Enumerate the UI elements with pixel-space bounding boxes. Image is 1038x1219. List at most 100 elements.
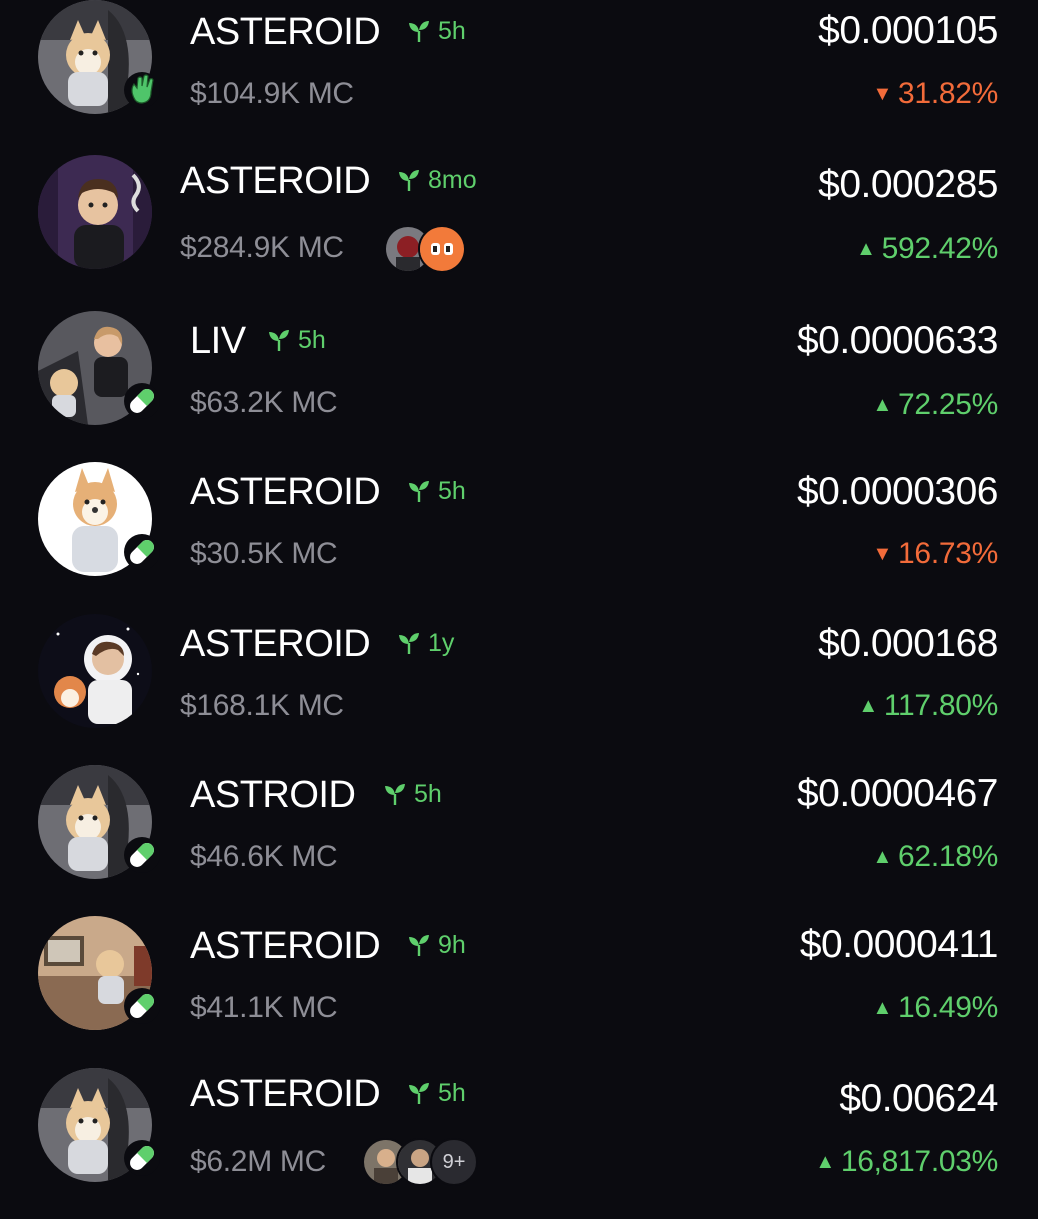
pill-icon — [124, 988, 160, 1024]
up-arrow-icon: ▲ — [856, 238, 876, 260]
token-avatar — [38, 614, 152, 728]
token-row[interactable]: ASTEROID 8mo $284.9K MC $0.000285 ▲ 592.… — [0, 155, 1038, 306]
token-name: ASTEROID — [190, 471, 381, 513]
sprout-icon — [406, 932, 432, 958]
token-age-label: 5h — [298, 326, 326, 354]
token-name: ASTEROID — [180, 623, 371, 665]
token-row[interactable]: ASTEROID 5h $6.2M MC 9+ $0.00624 ▲ 16,81… — [0, 1068, 1038, 1219]
down-arrow-icon: ▼ — [872, 543, 893, 565]
token-name: ASTEROID — [180, 160, 371, 202]
token-change-value: 31.82% — [898, 77, 998, 110]
token-avatar-wrap — [38, 614, 152, 728]
sprout-icon — [406, 18, 432, 44]
token-avatar-wrap — [38, 765, 160, 879]
sprout-icon — [406, 1080, 432, 1106]
up-arrow-icon: ▲ — [872, 997, 893, 1019]
token-name: ASTEROID — [190, 1073, 381, 1115]
token-price: $0.000168 — [818, 622, 998, 665]
token-change-value: 62.18% — [898, 840, 998, 873]
token-price: $0.0000467 — [796, 772, 999, 815]
token-list: ASTEROID 5h $104.9K MC $0.000105 ▼ 31.82… — [0, 0, 1038, 1200]
token-change: ▲ 72.25% — [872, 387, 999, 423]
token-market-cap: $63.2K MC — [190, 386, 338, 419]
token-age-label: 5h — [414, 780, 442, 808]
token-price: $0.0000306 — [796, 470, 999, 513]
token-change-value: 16,817.03% — [840, 1145, 998, 1178]
token-change-value: 16.73% — [898, 537, 998, 570]
token-age: 8mo — [396, 165, 477, 195]
token-price: $0.0000633 — [796, 319, 999, 362]
token-market-cap: $41.1K MC — [190, 991, 338, 1024]
token-avatar-wrap — [38, 0, 160, 114]
holder-count: 9+ — [430, 1138, 478, 1186]
token-market-cap: $6.2M MC — [190, 1145, 326, 1178]
token-row[interactable]: ASTROID 5h $46.6K MC $0.0000467 ▲ 62.18% — [0, 765, 1038, 916]
token-change-value: 117.80% — [883, 689, 998, 722]
up-arrow-icon: ▲ — [858, 695, 878, 717]
token-avatar-wrap — [38, 462, 160, 576]
token-avatar-wrap — [38, 1068, 160, 1182]
token-age: 5h — [406, 476, 466, 506]
token-row[interactable]: LIV 5h $63.2K MC $0.0000633 ▲ 72.25% — [0, 311, 1038, 462]
token-age: 9h — [406, 930, 466, 960]
token-market-cap: $46.6K MC — [190, 840, 338, 873]
token-age-label: 8mo — [428, 166, 477, 194]
down-arrow-icon: ▼ — [872, 83, 893, 105]
token-avatar — [38, 155, 152, 269]
token-change: ▲ 16.49% — [872, 990, 999, 1026]
token-age-label: 5h — [438, 1079, 466, 1107]
token-market-cap: $30.5K MC — [190, 537, 338, 570]
token-age: 5h — [266, 325, 326, 355]
pill-icon — [124, 534, 160, 570]
holder-avatars[interactable] — [384, 225, 466, 273]
token-change-value: 592.42% — [881, 232, 999, 265]
token-price: $0.0000411 — [799, 923, 999, 966]
sprout-icon — [406, 478, 432, 504]
token-age-label: 1y — [428, 629, 455, 657]
token-row[interactable]: ASTEROID 5h $30.5K MC $0.0000306 ▼ 16.73… — [0, 462, 1038, 613]
token-age-label: 5h — [438, 17, 466, 45]
sprout-icon — [396, 630, 422, 656]
token-avatar-wrap — [38, 311, 160, 425]
token-market-cap: $284.9K MC — [180, 231, 344, 264]
up-arrow-icon: ▲ — [815, 1151, 835, 1173]
token-age: 5h — [406, 16, 466, 46]
token-row[interactable]: ASTEROID 9h $41.1K MC $0.0000411 ▲ 16.49… — [0, 916, 1038, 1067]
token-change-value: 16.49% — [898, 991, 998, 1024]
token-age: 5h — [406, 1078, 466, 1108]
token-age: 5h — [382, 779, 442, 809]
pill-icon — [124, 837, 160, 873]
token-change-value: 72.25% — [898, 388, 998, 421]
token-market-cap: $104.9K MC — [190, 77, 354, 110]
wave-hand-icon — [124, 72, 160, 108]
token-name: ASTEROID — [190, 925, 381, 967]
token-change: ▲ 117.80% — [858, 688, 998, 724]
holder-avatar — [418, 225, 466, 273]
token-change: ▼ 31.82% — [872, 76, 999, 112]
token-row[interactable]: ASTEROID 1y $168.1K MC $0.000168 ▲ 117.8… — [0, 614, 1038, 765]
up-arrow-icon: ▲ — [872, 394, 893, 416]
up-arrow-icon: ▲ — [872, 846, 893, 868]
token-row[interactable]: ASTEROID 5h $104.9K MC $0.000105 ▼ 31.82… — [0, 0, 1038, 151]
token-name: ASTEROID — [190, 11, 381, 53]
pill-icon — [124, 1140, 160, 1176]
token-change: ▼ 16.73% — [872, 536, 999, 572]
holder-avatars[interactable]: 9+ — [362, 1138, 478, 1186]
token-price: $0.00624 — [839, 1077, 998, 1120]
token-age-label: 5h — [438, 477, 466, 505]
token-price: $0.000105 — [818, 9, 998, 52]
sprout-icon — [396, 167, 422, 193]
token-market-cap: $168.1K MC — [180, 689, 344, 722]
token-name: LIV — [190, 320, 246, 362]
token-name: ASTROID — [190, 774, 356, 816]
token-change: ▲ 592.42% — [856, 231, 998, 267]
sprout-icon — [382, 781, 408, 807]
token-change: ▲ 62.18% — [872, 839, 999, 875]
sprout-icon — [266, 327, 292, 353]
token-change: ▲ 16,817.03% — [815, 1144, 998, 1180]
token-avatar-wrap — [38, 916, 160, 1030]
pill-icon — [124, 383, 160, 419]
token-age-label: 9h — [438, 931, 466, 959]
token-avatar-wrap — [38, 155, 152, 269]
token-price: $0.000285 — [818, 163, 998, 206]
